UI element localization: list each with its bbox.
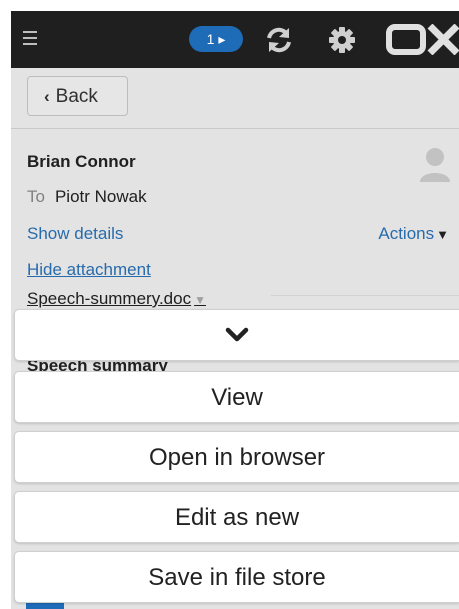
unread-badge[interactable]: 1 ▸ — [189, 26, 243, 52]
menu-icon[interactable] — [23, 31, 37, 45]
status-strip — [0, 0, 459, 11]
view-button[interactable]: View — [14, 371, 459, 423]
top-navbar: 1 ▸ — [11, 11, 459, 68]
refresh-icon[interactable] — [264, 25, 294, 55]
save-in-file-store-button[interactable]: Save in file store — [14, 551, 459, 603]
edit-as-new-button[interactable]: Edit as new — [14, 491, 459, 543]
chevron-down-icon — [225, 327, 249, 342]
gear-icon[interactable] — [327, 25, 357, 55]
ox-logo — [386, 24, 459, 55]
open-in-browser-button[interactable]: Open in browser — [14, 431, 459, 483]
badge-count: 1 — [206, 31, 215, 47]
badge-arrow-icon: ▸ — [218, 31, 226, 47]
collapse-sheet-button[interactable] — [14, 309, 459, 361]
